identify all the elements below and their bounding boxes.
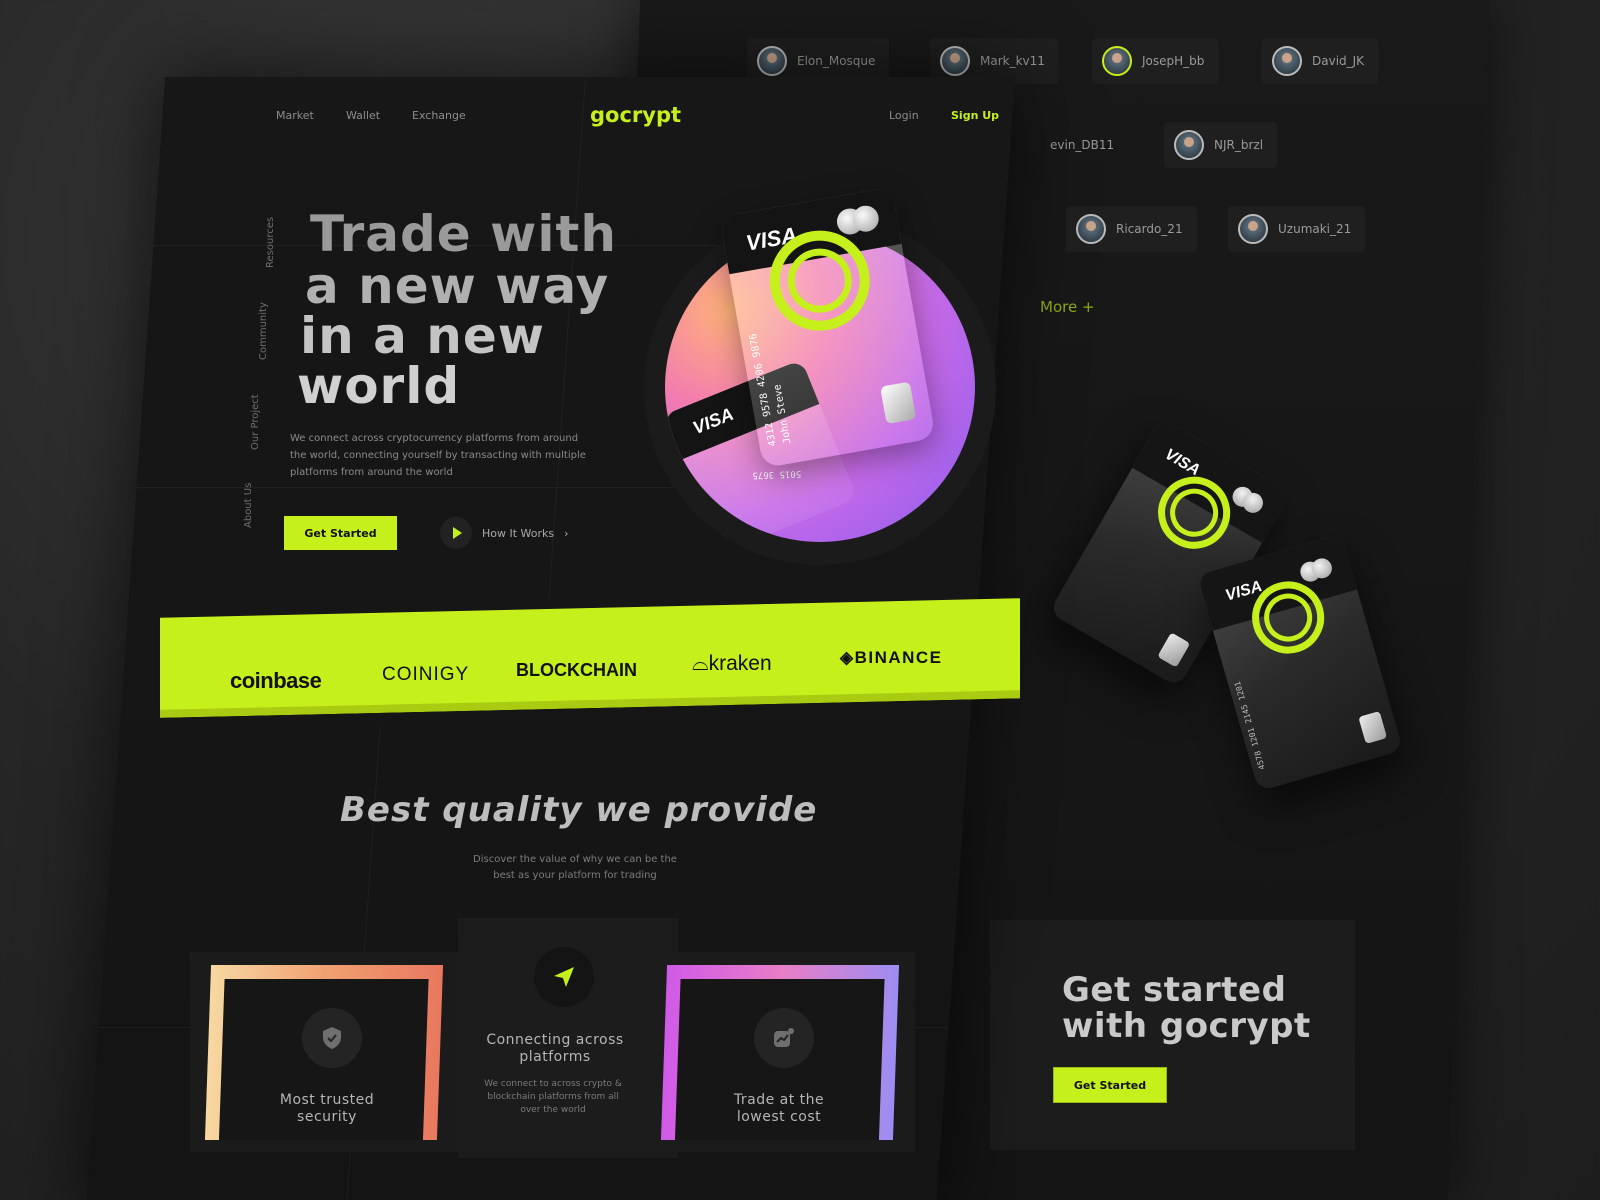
- hero-title-line: a new way: [305, 257, 610, 315]
- mastercard-icon: [1297, 555, 1336, 584]
- send-icon: [534, 947, 594, 1007]
- user-chip[interactable]: NJR_brzl: [1164, 122, 1278, 168]
- binance-icon: ◈: [840, 648, 855, 667]
- card-number: 5015 3675: [752, 468, 802, 480]
- how-it-works-button[interactable]: How It Works ›: [440, 517, 569, 549]
- avatar: [1102, 46, 1132, 76]
- user-chip[interactable]: evin_DB11: [1040, 122, 1128, 168]
- partner-logo-binance: ◈BINANCE: [840, 648, 943, 668]
- kraken-icon: ⌓: [692, 652, 709, 675]
- hero-title-line: world: [297, 357, 461, 415]
- side-nav-about-us[interactable]: About Us: [243, 483, 254, 528]
- side-nav-community[interactable]: Community: [258, 302, 269, 360]
- card-chip-icon: [1157, 632, 1191, 668]
- feature-description: We connect to across crypto & blockchain…: [484, 1079, 622, 1115]
- user-chip[interactable]: Ricardo_21: [1066, 206, 1197, 252]
- hero-title-line: Trade with: [310, 205, 617, 263]
- card-chip-icon: [1358, 710, 1388, 744]
- feature-label: Trade at the lowest cost: [733, 1092, 825, 1125]
- cta-title-line: with gocrypt: [1062, 1006, 1311, 1046]
- user-name: JosepH_bb: [1142, 54, 1205, 68]
- nav-link-market[interactable]: Market: [276, 109, 314, 122]
- brand-logo[interactable]: gocrypt: [590, 103, 681, 127]
- avatar: [1174, 130, 1204, 160]
- play-icon: [440, 517, 472, 549]
- hero-title-line: in a new: [300, 307, 545, 365]
- nav-link-wallet[interactable]: Wallet: [346, 109, 380, 122]
- avatar: [1272, 46, 1302, 76]
- how-it-works-label: How It Works: [482, 526, 555, 540]
- side-nav-our-project[interactable]: Our Project: [250, 394, 261, 450]
- nav-link-exchange[interactable]: Exchange: [412, 109, 466, 122]
- user-name: Mark_kv11: [980, 54, 1045, 68]
- partner-logo-coinbase: coinbase: [230, 668, 322, 693]
- login-link[interactable]: Login: [889, 109, 919, 122]
- shield-icon: [302, 1008, 362, 1068]
- kraken-label: kraken: [708, 652, 772, 675]
- section-description: Discover the value of why we can be the …: [473, 854, 677, 881]
- side-nav-resources[interactable]: Resources: [265, 217, 276, 268]
- user-chip[interactable]: David_JK: [1262, 38, 1379, 84]
- hero-description: We connect across cryptocurrency platfor…: [290, 433, 586, 478]
- user-name: evin_DB11: [1050, 138, 1115, 152]
- user-name: Elon_Mosque: [797, 54, 876, 68]
- chevron-right-icon: ›: [564, 526, 569, 540]
- user-chip[interactable]: Uzumaki_21: [1228, 206, 1366, 252]
- partner-logo-blockchain: BLOCKCHAIN: [516, 660, 637, 680]
- signup-link[interactable]: Sign Up: [951, 109, 999, 122]
- avatar: [940, 46, 970, 76]
- partner-logo-kraken: ⌓kraken: [692, 652, 772, 676]
- card-chip-icon: [880, 381, 917, 425]
- feature-label: Most trusted security: [279, 1092, 375, 1125]
- get-started-button[interactable]: Get Started: [284, 516, 397, 550]
- visa-logo: VISA: [689, 403, 737, 439]
- mastercard-icon: [1228, 483, 1268, 517]
- feature-label: Connecting across platforms: [486, 1032, 624, 1065]
- user-name: Ricardo_21: [1116, 222, 1183, 236]
- more-users-link[interactable]: More +: [1040, 298, 1095, 316]
- user-name: Uzumaki_21: [1278, 222, 1352, 236]
- avatar: [1076, 214, 1106, 244]
- trend-icon: [754, 1008, 814, 1068]
- user-chip[interactable]: JosepH_bb: [1092, 38, 1219, 84]
- visa-logo: VISA: [1161, 445, 1203, 480]
- cta-title: Get started with gocrypt: [1062, 972, 1311, 1044]
- user-name: NJR_brzl: [1214, 138, 1264, 152]
- cta-title-line: Get started: [1062, 970, 1287, 1010]
- user-name: David_JK: [1312, 54, 1365, 68]
- cta-get-started-button[interactable]: Get Started: [1054, 1068, 1166, 1102]
- section-title: Best quality we provide: [340, 790, 818, 830]
- avatar: [757, 46, 787, 76]
- mastercard-icon: [834, 203, 881, 237]
- binance-label: BINANCE: [854, 648, 943, 667]
- avatar: [1238, 214, 1268, 244]
- partner-logo-coinigy: COINIGY: [382, 664, 470, 685]
